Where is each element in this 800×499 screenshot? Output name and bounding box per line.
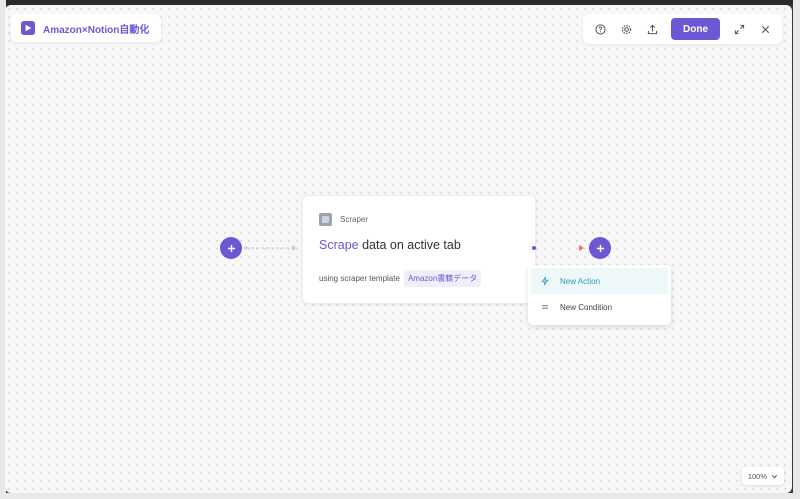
background-app-bottom <box>0 493 800 499</box>
gear-icon[interactable] <box>615 18 637 40</box>
connector-out <box>532 245 584 251</box>
workflow-title-chip[interactable]: Amazon×Notion自動化 <box>11 14 162 42</box>
node-title-rest: data on active tab <box>362 238 461 252</box>
menu-item-new-condition[interactable]: New Condition <box>531 294 668 320</box>
bolt-icon <box>541 276 549 286</box>
menu-item-label: New Action <box>560 276 601 286</box>
top-toolbar: Done <box>583 14 782 44</box>
help-icon[interactable] <box>589 18 611 40</box>
close-icon[interactable] <box>754 18 776 40</box>
node-header: Scraper <box>319 213 368 226</box>
scraper-icon <box>319 213 332 226</box>
add-step-menu: New Action New Condition <box>528 265 671 325</box>
node-sub-prefix: using scraper template <box>319 274 400 283</box>
menu-item-new-action[interactable]: New Action <box>531 268 668 294</box>
done-button[interactable]: Done <box>671 18 720 40</box>
equals-icon <box>542 305 548 309</box>
play-icon <box>21 21 35 35</box>
node-title: Scrape data on active tab <box>319 238 461 252</box>
chevron-down-icon <box>771 474 778 479</box>
upload-icon[interactable] <box>641 18 663 40</box>
expand-icon[interactable] <box>728 18 750 40</box>
node-subtitle: using scraper template Amazon書籍データ <box>319 270 482 287</box>
add-step-before-button[interactable] <box>220 237 242 259</box>
zoom-level: 100% <box>747 471 767 481</box>
zoom-control[interactable]: 100% <box>741 467 784 485</box>
background-app-right <box>793 0 800 499</box>
workflow-canvas[interactable]: Amazon×Notion自動化 Done Scraper Scrape dat… <box>5 5 792 493</box>
plus-icon <box>596 244 604 252</box>
node-type-label: Scraper <box>340 215 369 224</box>
add-step-after-button[interactable] <box>589 237 611 259</box>
plus-icon <box>227 244 235 252</box>
scraper-node-card[interactable]: Scraper Scrape data on active tab using … <box>302 195 536 304</box>
template-tag[interactable]: Amazon書籍データ <box>403 270 482 287</box>
node-title-verb: Scrape <box>319 238 359 252</box>
menu-item-label: New Condition <box>560 302 613 312</box>
connector-in <box>244 245 297 251</box>
workflow-title: Amazon×Notion自動化 <box>43 24 150 36</box>
